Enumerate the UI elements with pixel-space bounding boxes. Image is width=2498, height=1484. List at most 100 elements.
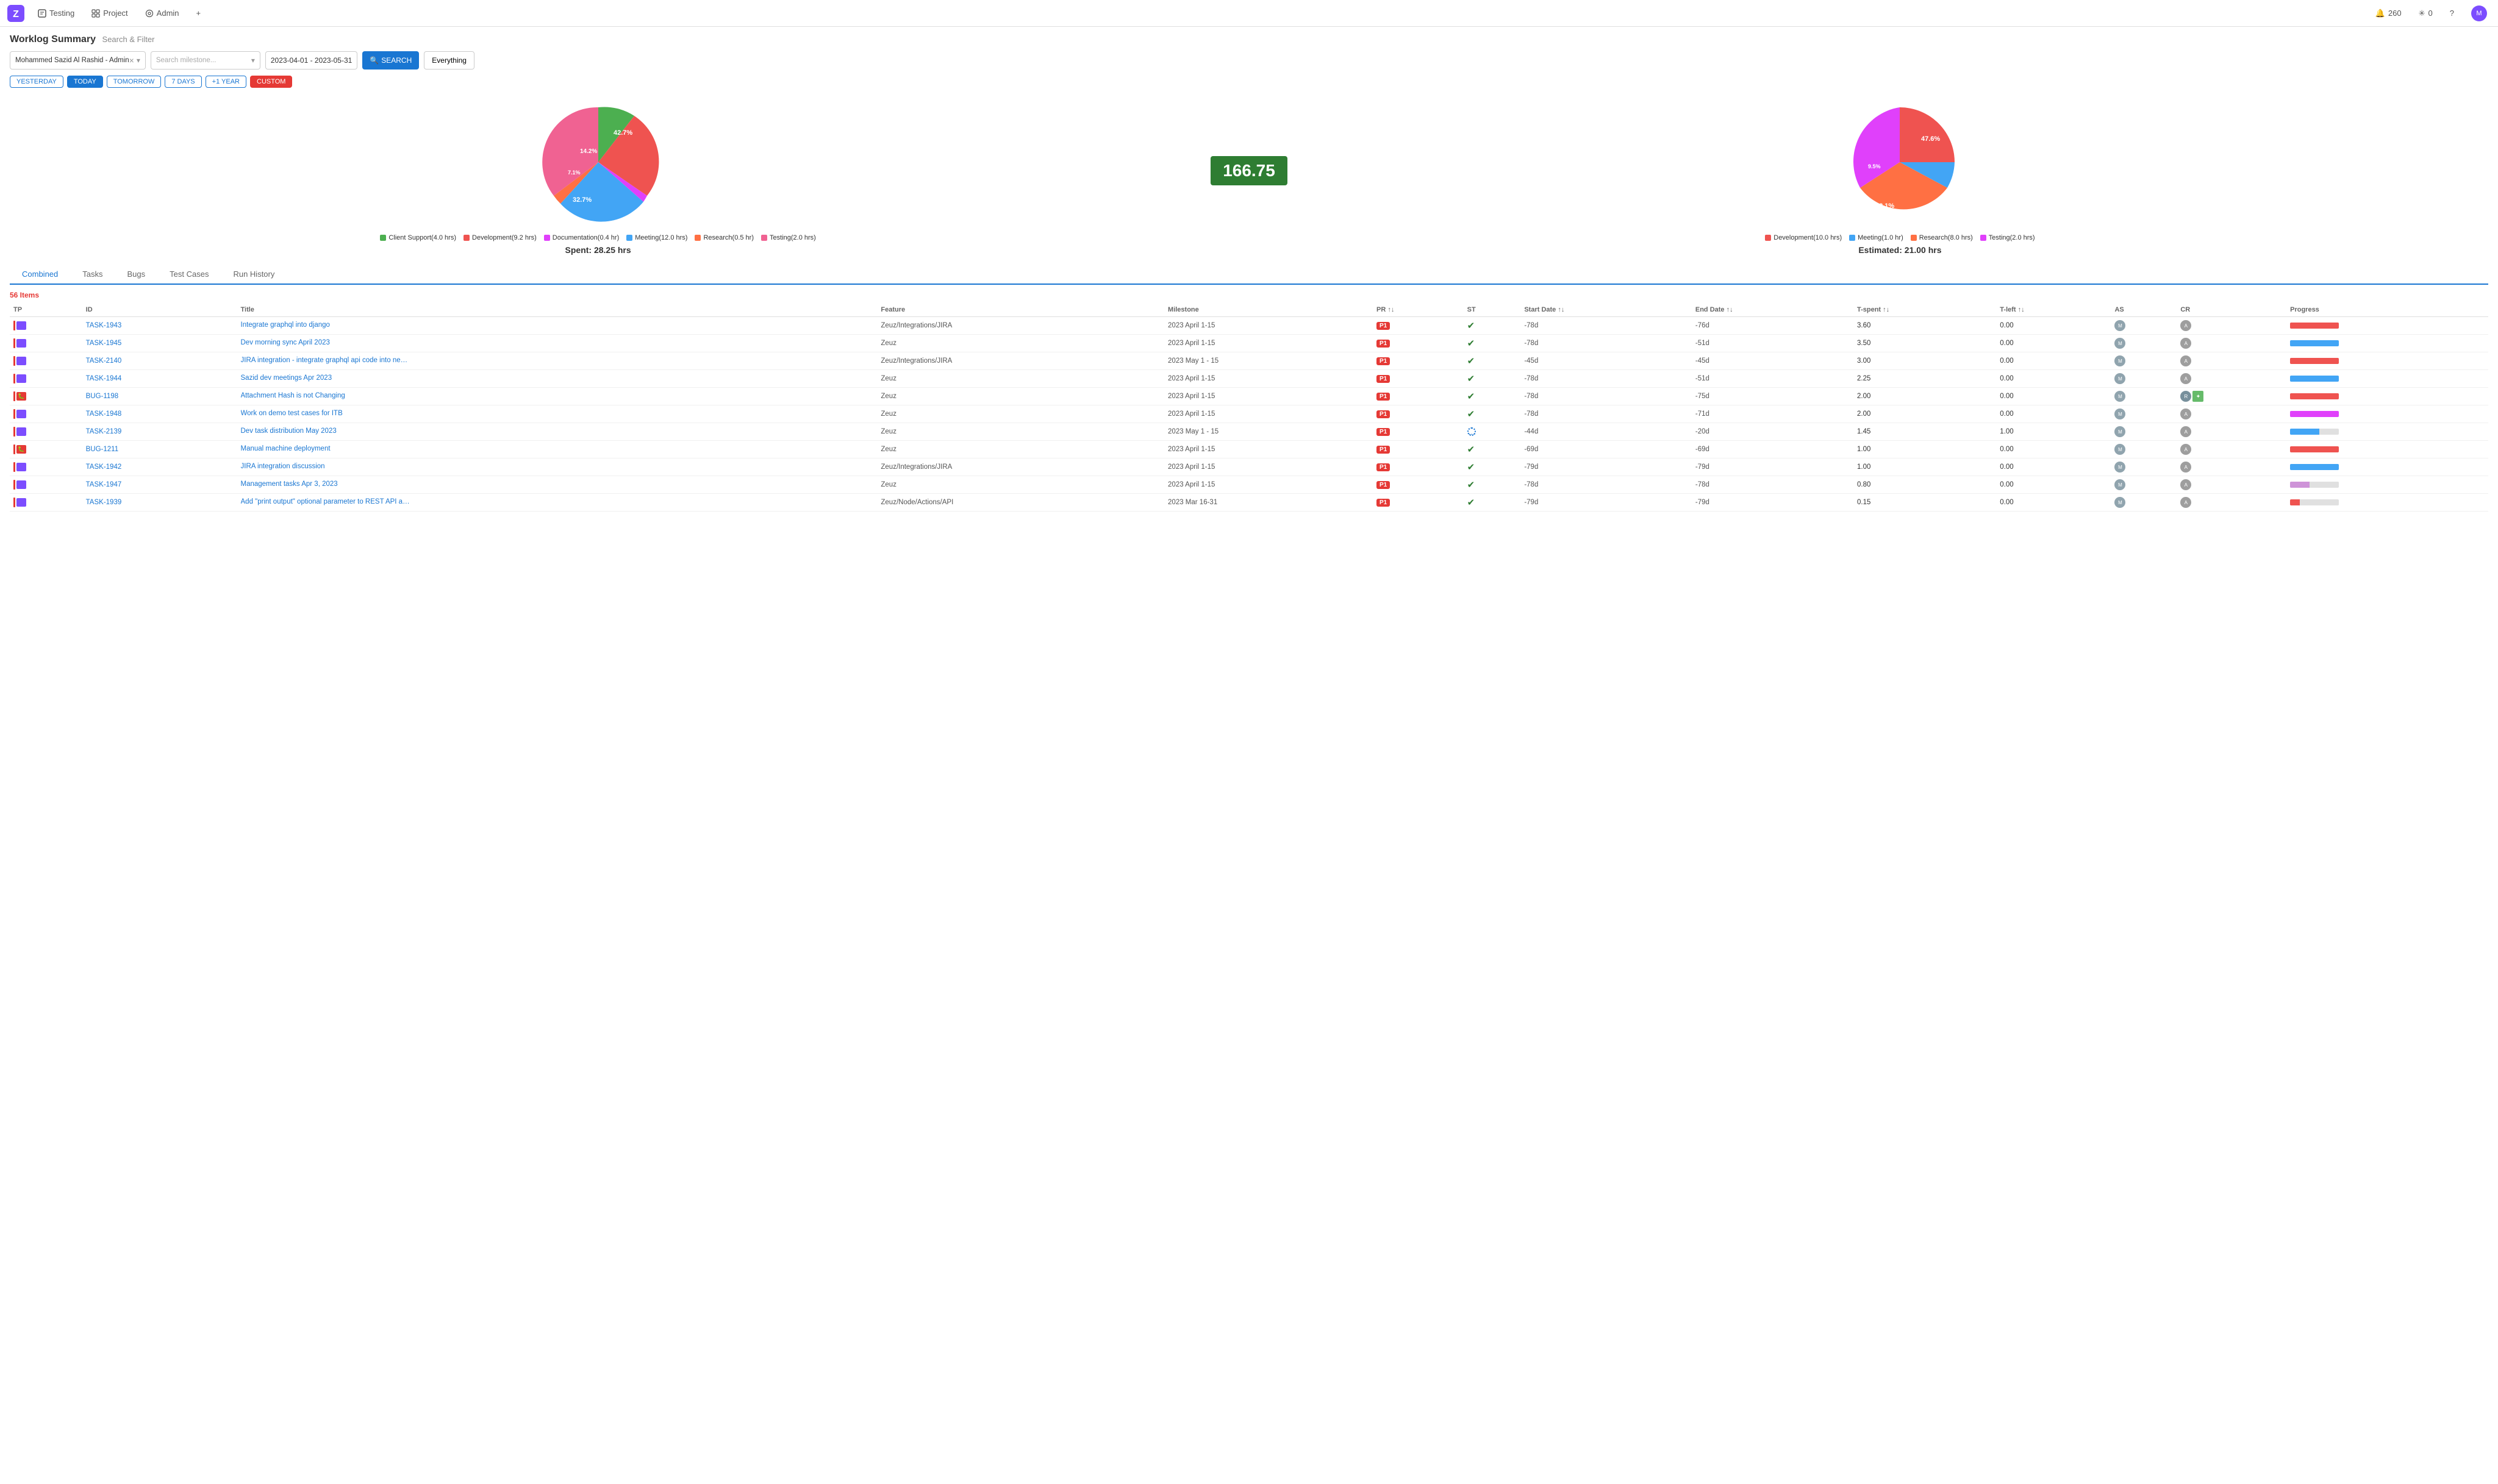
date-range[interactable]: 2023-04-01 - 2023-05-31 xyxy=(265,51,357,70)
tomorrow-btn[interactable]: TOMORROW xyxy=(107,76,162,88)
cell-tspent: 2.00 xyxy=(1853,388,1996,405)
legend-dot-r-research xyxy=(1911,235,1917,241)
cell-id[interactable]: TASK-1947 xyxy=(82,476,237,494)
cell-id[interactable]: TASK-1945 xyxy=(82,335,237,352)
nav-plus[interactable]: + xyxy=(193,9,205,18)
legend-development: Development(9.2 hrs) xyxy=(463,234,537,241)
cell-title[interactable]: Work on demo test cases for ITB xyxy=(237,405,878,423)
tab-bugs[interactable]: Bugs xyxy=(115,265,158,285)
cell-title[interactable]: Dev morning sync April 2023 xyxy=(237,335,878,352)
cell-title[interactable]: JIRA integration - integrate graphql api… xyxy=(237,352,878,370)
app-logo[interactable]: Z xyxy=(7,5,24,22)
cell-end: -79d xyxy=(1692,458,1853,476)
milestone-dropdown-arrow[interactable]: ▾ xyxy=(251,56,255,65)
cell-feature: Zeuz/Integrations/JIRA xyxy=(877,352,1164,370)
cell-end: -75d xyxy=(1692,388,1853,405)
cell-progress xyxy=(2286,458,2488,476)
cell-title[interactable]: Integrate graphql into django xyxy=(237,317,878,335)
connections[interactable]: ✳ 0 xyxy=(2415,9,2436,18)
cell-feature: Zeuz xyxy=(877,370,1164,388)
cell-title[interactable]: Attachment Hash is not Changing xyxy=(237,388,878,405)
cell-title[interactable]: Dev task distribution May 2023 xyxy=(237,423,878,441)
cell-milestone: 2023 April 1-15 xyxy=(1164,370,1373,388)
cell-id[interactable]: TASK-1948 xyxy=(82,405,237,423)
col-tleft[interactable]: T-left ↑↓ xyxy=(1996,303,2111,317)
notifications[interactable]: 🔔 260 xyxy=(2372,9,2405,18)
cell-feature: Zeuz/Node/Actions/API xyxy=(877,494,1164,512)
milestone-filter[interactable]: Search milestone... ▾ xyxy=(151,51,260,70)
cell-end: -76d xyxy=(1692,317,1853,335)
cell-progress xyxy=(2286,388,2488,405)
testing-icon xyxy=(38,9,46,18)
cell-as: M xyxy=(2111,370,2177,388)
col-start[interactable]: Start Date ↑↓ xyxy=(1520,303,1692,317)
admin-icon xyxy=(145,9,154,18)
cell-title[interactable]: Management tasks Apr 3, 2023 xyxy=(237,476,878,494)
cell-id[interactable]: TASK-1944 xyxy=(82,370,237,388)
right-chart-estimated: Estimated: 21.00 hrs xyxy=(1858,245,1941,255)
table-row: TASK-1939 Add "print output" optional pa… xyxy=(10,494,2488,512)
col-pr[interactable]: PR ↑↓ xyxy=(1373,303,1464,317)
cell-id[interactable]: BUG-1211 xyxy=(82,441,237,458)
cell-start: -79d xyxy=(1520,458,1692,476)
cell-id[interactable]: BUG-1198 xyxy=(82,388,237,405)
1year-btn[interactable]: +1 YEAR xyxy=(206,76,246,88)
legend-meeting: Meeting(12.0 hrs) xyxy=(626,234,687,241)
cell-tp xyxy=(10,352,82,370)
cell-progress xyxy=(2286,352,2488,370)
col-tspent[interactable]: T-spent ↑↓ xyxy=(1853,303,1996,317)
today-btn[interactable]: TODAY xyxy=(67,76,103,88)
cell-title[interactable]: Sazid dev meetings Apr 2023 xyxy=(237,370,878,388)
cell-milestone: 2023 April 1-15 xyxy=(1164,388,1373,405)
left-pie-chart: 42.7% 32.7% 14.2% 7.1% xyxy=(531,95,665,229)
cell-start: -78d xyxy=(1520,370,1692,388)
everything-button[interactable]: Everything xyxy=(424,51,474,70)
cell-as: M xyxy=(2111,388,2177,405)
tab-test-cases[interactable]: Test Cases xyxy=(157,265,221,285)
cell-id[interactable]: TASK-1942 xyxy=(82,458,237,476)
yesterday-btn[interactable]: YESTERDAY xyxy=(10,76,63,88)
table-container: TP ID Title Feature Milestone PR ↑↓ ST S… xyxy=(10,303,2488,512)
cell-title[interactable]: Manual machine deployment xyxy=(237,441,878,458)
cell-cr: A xyxy=(2177,405,2286,423)
search-button[interactable]: 🔍 SEARCH xyxy=(362,51,419,70)
user-dropdown-arrow[interactable]: ▾ xyxy=(137,56,140,65)
nav-testing[interactable]: Testing xyxy=(34,9,78,18)
cell-start: -69d xyxy=(1520,441,1692,458)
cell-as: M xyxy=(2111,352,2177,370)
tab-run-history[interactable]: Run History xyxy=(221,265,287,285)
cell-title[interactable]: JIRA integration discussion xyxy=(237,458,878,476)
cell-id[interactable]: TASK-1939 xyxy=(82,494,237,512)
user-filter[interactable]: Mohammed Sazid Al Rashid - Admin × ▾ xyxy=(10,51,146,70)
items-count: 56 Items xyxy=(10,291,2488,299)
nav-project[interactable]: Project xyxy=(88,9,131,18)
col-id: ID xyxy=(82,303,237,317)
cell-progress xyxy=(2286,476,2488,494)
legend-dot-research xyxy=(695,235,701,241)
tab-combined[interactable]: Combined xyxy=(10,265,70,285)
nav-admin[interactable]: Admin xyxy=(141,9,183,18)
col-progress: Progress xyxy=(2286,303,2488,317)
tab-tasks[interactable]: Tasks xyxy=(70,265,115,285)
cell-tspent: 2.25 xyxy=(1853,370,1996,388)
cell-tleft: 0.00 xyxy=(1996,370,2111,388)
col-end[interactable]: End Date ↑↓ xyxy=(1692,303,1853,317)
cell-milestone: 2023 May 1 - 15 xyxy=(1164,352,1373,370)
cell-tp xyxy=(10,317,82,335)
cell-id[interactable]: TASK-2140 xyxy=(82,352,237,370)
worklog-table: TP ID Title Feature Milestone PR ↑↓ ST S… xyxy=(10,303,2488,512)
user-avatar[interactable]: M xyxy=(2468,5,2491,21)
cell-title[interactable]: Add "print output" optional parameter to… xyxy=(237,494,878,512)
cell-id[interactable]: TASK-2139 xyxy=(82,423,237,441)
custom-btn[interactable]: CUSTOM xyxy=(250,76,292,88)
help[interactable]: ? xyxy=(2446,9,2458,18)
cell-progress xyxy=(2286,423,2488,441)
cell-pr: P1 xyxy=(1373,370,1464,388)
cell-id[interactable]: TASK-1943 xyxy=(82,317,237,335)
col-cr: CR xyxy=(2177,303,2286,317)
clear-user-btn[interactable]: × xyxy=(129,55,134,65)
cell-as: M xyxy=(2111,476,2177,494)
cell-tspent: 0.80 xyxy=(1853,476,1996,494)
7days-btn[interactable]: 7 DAYS xyxy=(165,76,201,88)
cell-feature: Zeuz/Integrations/JIRA xyxy=(877,458,1164,476)
